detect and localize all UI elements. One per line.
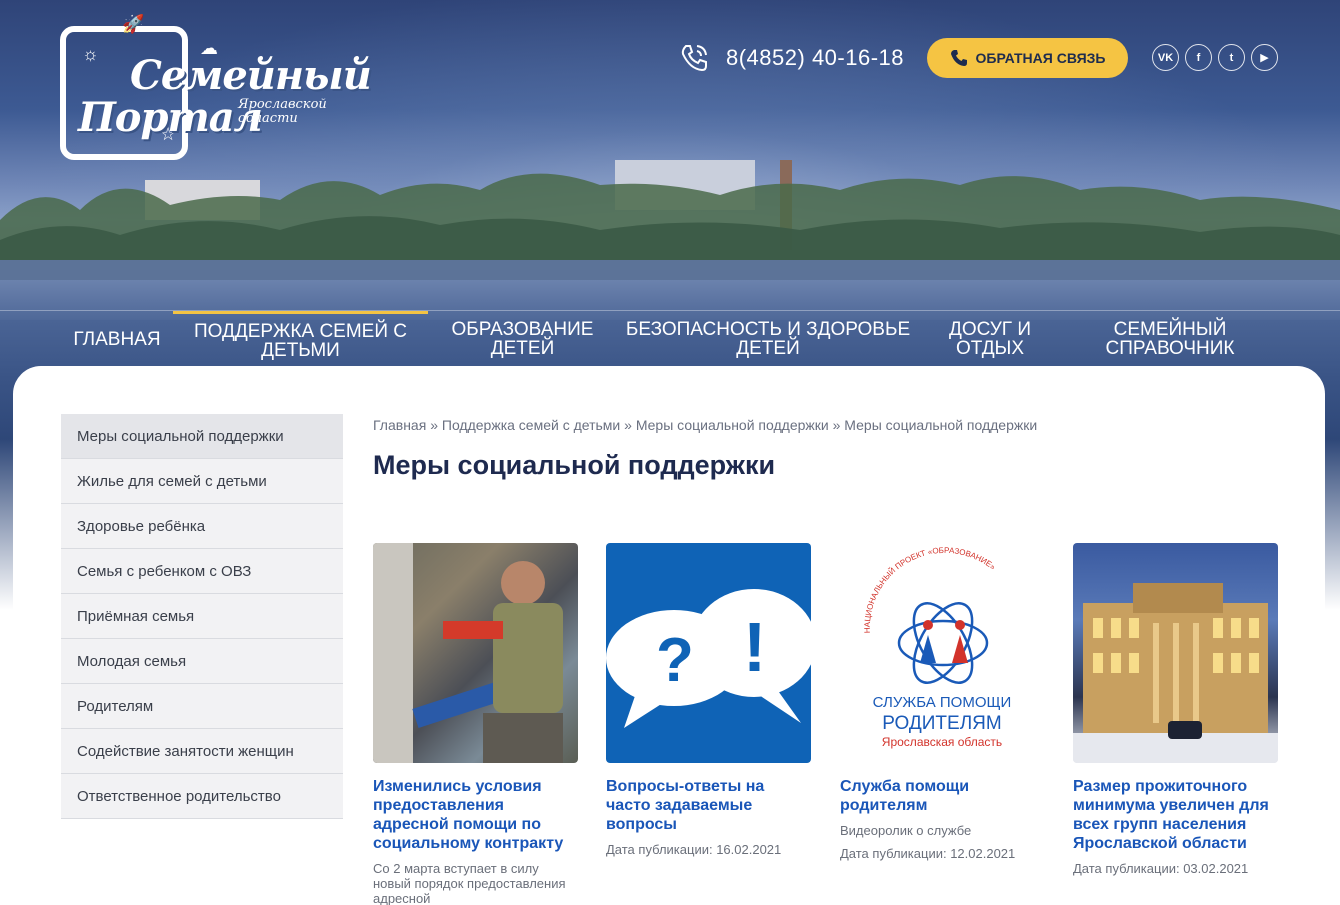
emblem-line2: РОДИТЕЛЯМ bbox=[882, 713, 1001, 734]
page-title: Меры социальной поддержки bbox=[373, 450, 776, 480]
emblem-line3: Ярославская область bbox=[882, 735, 1002, 749]
cityscape-illustration bbox=[0, 160, 1340, 280]
sidebar-item-social-support[interactable]: Меры социальной поддержки bbox=[61, 414, 343, 459]
nav-item-directory[interactable]: СЕМЕЙНЫЙ СПРАВОЧНИК bbox=[1080, 311, 1260, 367]
main-nav: ГЛАВНАЯ ПОДДЕРЖКА СЕМЕЙ С ДЕТЬМИ ОБРАЗОВ… bbox=[0, 310, 1340, 366]
building-illustration bbox=[1073, 583, 1278, 763]
news-card[interactable]: НАЦИОНАЛЬНЫЙ ПРОЕКТ «ОБРАЗОВАНИЕ» СЛУЖБА… bbox=[840, 543, 1045, 861]
card-date: Дата публикации: 12.02.2021 bbox=[840, 846, 1016, 861]
nav-item-education[interactable]: ОБРАЗОВАНИЕ ДЕТЕЙ bbox=[440, 311, 605, 367]
callback-button[interactable]: ОБРАТНАЯ СВЯЗЬ bbox=[927, 38, 1128, 78]
breadcrumb-link-social-support[interactable]: Меры социальной поддержки bbox=[636, 417, 829, 433]
card-title[interactable]: Изменились условия предоставления адресн… bbox=[373, 777, 578, 853]
emblem-line1: СЛУЖБА ПОМОЩИ bbox=[873, 694, 1012, 711]
card-image-government-building[interactable] bbox=[1073, 543, 1278, 763]
phone-icon bbox=[681, 45, 707, 72]
card-title[interactable]: Размер прожиточного минимума увеличен дл… bbox=[1073, 777, 1278, 853]
rocket-icon: 🚀 bbox=[122, 14, 145, 34]
card-date: Дата публикации: 16.02.2021 bbox=[606, 842, 782, 857]
emblem-arc-top: НАЦИОНАЛЬНЫЙ ПРОЕКТ «ОБРАЗОВАНИЕ» bbox=[863, 546, 998, 633]
site-logo[interactable]: ☼ 🚀 ☁ ☆ Семейный Портал Ярославской обла… bbox=[60, 14, 372, 164]
card-image-qa[interactable]: ? ! bbox=[606, 543, 811, 763]
speech-bubbles-icon: ? ! bbox=[606, 589, 811, 728]
breadcrumb-separator: » bbox=[624, 417, 632, 433]
nav-item-family-support[interactable]: ПОДДЕРЖКА СЕМЕЙ С ДЕТЬМИ bbox=[173, 311, 428, 367]
card-title[interactable]: Вопросы-ответы на часто задаваемые вопро… bbox=[606, 777, 811, 834]
nav-item-leisure[interactable]: ДОСУГ И ОТДЫХ bbox=[926, 311, 1054, 367]
phone-number[interactable]: 8(4852) 40-16-18 bbox=[726, 45, 904, 71]
card-title[interactable]: Служба помощи родителям bbox=[840, 777, 1045, 815]
sidebar-item-responsible-parenting[interactable]: Ответственное родительство bbox=[61, 774, 343, 819]
breadcrumb-separator: » bbox=[832, 417, 841, 433]
breadcrumb-separator: » bbox=[430, 417, 438, 433]
handset-icon bbox=[950, 50, 967, 66]
breadcrumb-link-home[interactable]: Главная bbox=[373, 417, 426, 433]
card-description: Со 2 марта вступает в силу новый порядок… bbox=[373, 861, 566, 905]
news-card[interactable]: Изменились условия предоставления адресн… bbox=[373, 543, 578, 905]
sidebar-item-young-family[interactable]: Молодая семья bbox=[61, 639, 343, 684]
logo-title-line2: Портал bbox=[78, 94, 263, 141]
card-date: Дата публикации: 03.02.2021 bbox=[1073, 861, 1249, 876]
nav-item-home[interactable]: ГЛАВНАЯ bbox=[62, 311, 172, 367]
card-description: Видеоролик о службе bbox=[840, 823, 972, 838]
callback-label: ОБРАТНАЯ СВЯЗЬ bbox=[975, 50, 1106, 66]
svg-text:!: ! bbox=[743, 608, 766, 686]
news-card[interactable]: ? ! Вопросы-ответы на часто задаваемые в… bbox=[606, 543, 811, 857]
vk-icon[interactable]: VK bbox=[1152, 44, 1179, 71]
breadcrumb-link-family-support[interactable]: Поддержка семей с детьми bbox=[442, 417, 620, 433]
breadcrumb: Главная » Поддержка семей с детьми » Мер… bbox=[373, 417, 1037, 433]
sidebar-item-women-employment[interactable]: Содействие занятости женщин bbox=[61, 729, 343, 774]
sidebar-menu: Меры социальной поддержки Жилье для семе… bbox=[61, 414, 343, 819]
card-image-worker[interactable] bbox=[373, 543, 578, 763]
logo-subtitle: Ярославской области bbox=[238, 97, 327, 126]
sidebar-item-child-health[interactable]: Здоровье ребёнка bbox=[61, 504, 343, 549]
facebook-icon[interactable]: f bbox=[1185, 44, 1212, 71]
social-links: VK f t ▶ bbox=[1152, 44, 1278, 71]
sidebar-item-disabled-child[interactable]: Семья с ребенком с ОВЗ bbox=[61, 549, 343, 594]
sidebar-item-foster-family[interactable]: Приёмная семья bbox=[61, 594, 343, 639]
logo-title-line1: Семейный bbox=[130, 52, 372, 99]
youtube-icon[interactable]: ▶ bbox=[1251, 44, 1278, 71]
breadcrumb-current: Меры социальной поддержки bbox=[844, 417, 1038, 433]
parent-help-emblem: НАЦИОНАЛЬНЫЙ ПРОЕКТ «ОБРАЗОВАНИЕ» СЛУЖБА… bbox=[863, 546, 1012, 749]
sun-icon: ☼ bbox=[82, 44, 99, 64]
nav-item-safety[interactable]: БЕЗОПАСНОСТЬ И ЗДОРОВЬЕ ДЕТЕЙ bbox=[622, 311, 914, 367]
sidebar-item-housing[interactable]: Жилье для семей с детьми bbox=[61, 459, 343, 504]
svg-text:?: ? bbox=[656, 626, 694, 695]
news-card[interactable]: Размер прожиточного минимума увеличен дл… bbox=[1073, 543, 1278, 876]
sidebar-item-parents[interactable]: Родителям bbox=[61, 684, 343, 729]
card-image-parent-help[interactable]: НАЦИОНАЛЬНЫЙ ПРОЕКТ «ОБРАЗОВАНИЕ» СЛУЖБА… bbox=[840, 543, 1045, 763]
twitter-icon[interactable]: t bbox=[1218, 44, 1245, 71]
worker-illustration bbox=[373, 543, 563, 763]
